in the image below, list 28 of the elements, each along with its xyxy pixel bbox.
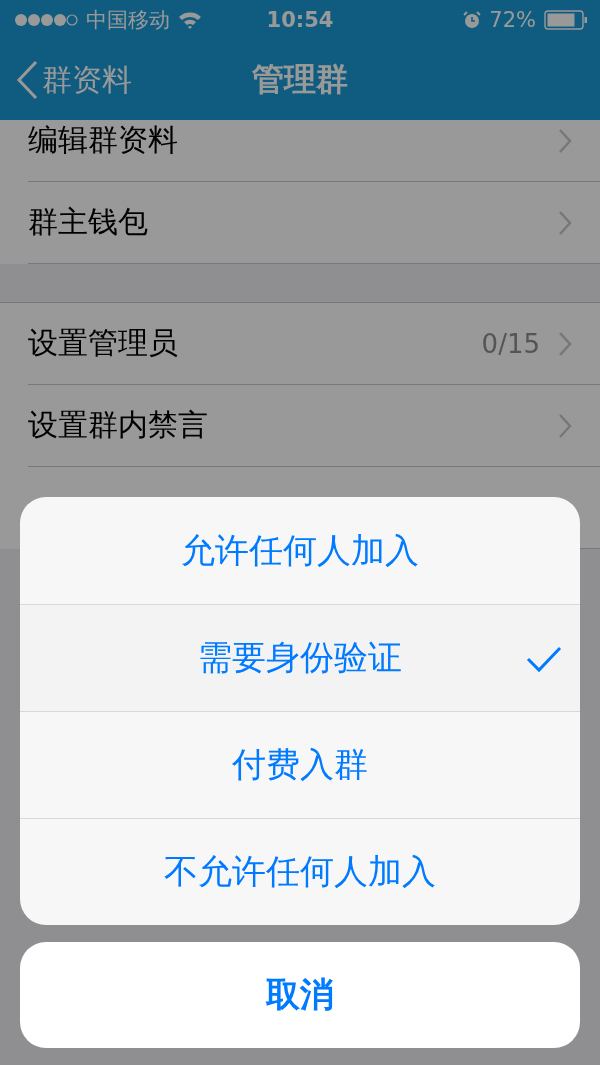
row-label: 设置群内禁言 bbox=[28, 406, 209, 444]
battery-icon bbox=[544, 10, 588, 30]
sheet-option[interactable]: 需要身份验证 bbox=[20, 604, 580, 711]
chevron-right-icon bbox=[558, 330, 572, 357]
status-time: 10:54 bbox=[266, 8, 334, 32]
settings-row[interactable]: 设置管理员 0/15 bbox=[28, 303, 600, 385]
row-label: 群主钱包 bbox=[28, 203, 149, 241]
alarm-icon bbox=[463, 11, 482, 29]
signal-icon bbox=[14, 13, 78, 27]
sheet-option[interactable]: 允许任何人加入 bbox=[20, 497, 580, 604]
sheet-option[interactable]: 付费入群 bbox=[20, 711, 580, 818]
back-button[interactable]: 群资料 bbox=[0, 59, 132, 101]
carrier-name: 中国移动 bbox=[86, 7, 170, 34]
nav-title: 管理群 bbox=[252, 59, 348, 100]
chevron-right-icon bbox=[558, 209, 572, 236]
checkmark-icon bbox=[526, 645, 562, 673]
row-value: 0/15 bbox=[481, 328, 540, 359]
cancel-button[interactable]: 取消 bbox=[20, 942, 580, 1048]
sheet-option[interactable]: 不允许任何人加入 bbox=[20, 818, 580, 925]
settings-row[interactable]: 群主钱包 bbox=[28, 182, 600, 264]
row-label: 编辑群资料 bbox=[28, 121, 179, 159]
chevron-right-icon bbox=[558, 127, 572, 154]
chevron-left-icon bbox=[16, 60, 38, 100]
settings-row[interactable]: 编辑群资料 bbox=[28, 120, 600, 182]
chevron-right-icon bbox=[558, 412, 572, 439]
row-label: 设置管理员 bbox=[28, 324, 179, 362]
battery-percent: 72% bbox=[489, 8, 536, 32]
wifi-icon bbox=[178, 11, 202, 29]
